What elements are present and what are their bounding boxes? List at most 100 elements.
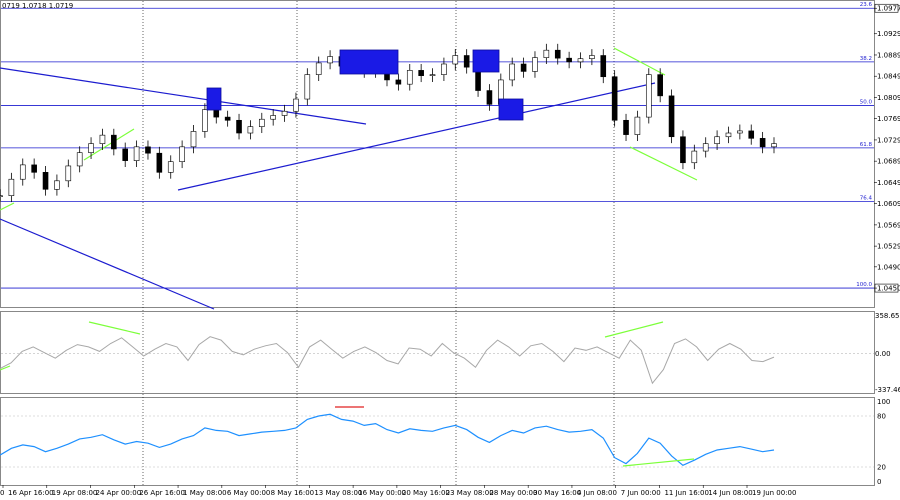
- divergence-line-2: [629, 146, 698, 181]
- candle-body-8: [88, 143, 94, 153]
- candle-body-35: [395, 79, 402, 85]
- candle-body-9: [99, 134, 106, 144]
- x-tick-6: 8 May 16:00: [271, 489, 315, 497]
- x-tick-11: 28 May 00:00: [489, 489, 537, 497]
- candle-body-26: [293, 98, 299, 112]
- fib-label-5: 100.0: [856, 282, 872, 288]
- candle-body-23: [258, 118, 265, 127]
- candle-body-13: [145, 146, 151, 154]
- candle-body-29: [327, 56, 333, 64]
- candle-body-25: [281, 110, 288, 116]
- candle-body-17: [190, 131, 197, 148]
- candle-body-40: [452, 55, 459, 65]
- candle-body-54: [611, 76, 618, 121]
- price-tick-6: 1.0729: [877, 136, 900, 144]
- fib-label-0: 23.6: [860, 2, 873, 8]
- ohlc-header: 0719 1.0718 1.0719: [2, 2, 73, 10]
- candle-body-1: [8, 178, 15, 196]
- candle-body-7: [76, 152, 83, 167]
- y-axes: 1.0977 1.0929 1.0889 1.0849 1.0809 1.0769 1.07…: [874, 3, 900, 486]
- candle-body-66: [748, 130, 755, 139]
- rsi-tick-2: 20: [877, 464, 886, 472]
- trendlines: [0, 47, 698, 310]
- fib-label-2: 50.0: [860, 99, 873, 105]
- candle-body-46: [520, 63, 527, 72]
- rsi-tick-1: 80: [877, 413, 886, 421]
- price-tick-1: 1.0929: [877, 30, 900, 38]
- candle-body-28: [315, 62, 322, 75]
- candle-body-12: [133, 146, 140, 161]
- divergence-line-3: [0, 202, 15, 211]
- x-tick-10: 23 May 08:00: [446, 489, 494, 497]
- candle-body-67: [759, 138, 766, 148]
- x-axis: 16 Apr 16:0019 Apr 08:0024 Apr 00:0026 A…: [0, 485, 796, 497]
- price-tick-3: 1.0849: [877, 73, 900, 81]
- candle-body-18: [202, 109, 208, 132]
- x-tick-15: 11 Jun 16:00: [664, 489, 708, 497]
- fib-label-4: 76.4: [860, 196, 873, 202]
- fib-label-1: 38.2: [860, 56, 872, 62]
- cci-divergence-2: [604, 321, 664, 338]
- candle-body-19: [213, 109, 220, 118]
- pattern-box-1: [339, 49, 399, 75]
- price-panel-frame: [0, 0, 875, 308]
- price-tick-0: 1.0977: [877, 5, 900, 13]
- price-tick-8: 1.0649: [877, 179, 900, 187]
- price-tick-7: 1.0689: [877, 158, 900, 166]
- x-tick-3: 26 Apr 16:00: [139, 489, 185, 497]
- candle-body-55: [623, 119, 629, 135]
- candle-body-57: [645, 74, 652, 118]
- price-tick-5: 1.0769: [877, 115, 900, 123]
- fib-label-3: 61.8: [860, 142, 873, 148]
- candle-body-16: [179, 146, 185, 162]
- x-tick-16: 14 Jun 08:00: [708, 489, 752, 497]
- candle-body-43: [486, 90, 493, 105]
- cci-series-line: [0, 336, 775, 385]
- price-tick-4: 1.0809: [877, 94, 900, 102]
- candle-body-20: [224, 116, 231, 121]
- candle-body-65: [737, 130, 743, 134]
- candle-body-2: [19, 164, 26, 180]
- candle-body-0: [0, 195, 3, 197]
- candle-body-48: [543, 49, 550, 58]
- candle-body-39: [441, 63, 447, 75]
- price-tick-13: 1.0450: [877, 285, 900, 293]
- cci-indicator: [0, 321, 874, 385]
- candle-body-62: [702, 143, 709, 152]
- candle-body-3: [31, 164, 37, 173]
- candle-body-52: [589, 55, 595, 59]
- candle-body-24: [270, 115, 276, 120]
- x-tick-4: 1 May 08:00: [183, 489, 227, 497]
- candle-body-63: [714, 136, 720, 144]
- x-tick-1: 19 Apr 08:00: [52, 489, 98, 497]
- candle-body-47: [532, 57, 538, 72]
- candle-body-53: [600, 55, 607, 78]
- rsi-panel-frame: [0, 397, 875, 486]
- price-tick-12: 1.0490: [877, 263, 900, 271]
- fibonacci-levels: 23.6 38.2 50.0 61.8 76.4 100.0: [1, 2, 874, 289]
- pattern-box-3: [498, 98, 524, 121]
- candle-body-56: [634, 116, 641, 135]
- candle-body-41: [463, 55, 470, 68]
- x-tick-7: 13 May 08:00: [314, 489, 362, 497]
- rsi-tick-3: 0: [877, 478, 881, 486]
- candle-body-5: [54, 180, 60, 190]
- candle-body-6: [65, 165, 72, 182]
- x-tick-14: 7 Jun 00:00: [621, 489, 661, 497]
- price-tick-11: 1.0529: [877, 243, 900, 251]
- rsi-indicator: [0, 406, 874, 468]
- candle-body-59: [668, 95, 675, 138]
- candle-body-36: [406, 70, 413, 85]
- candle-body-58: [657, 74, 663, 97]
- candle-body-10: [111, 134, 117, 150]
- x-tick-17: 19 Jun 00:00: [752, 489, 796, 497]
- candle-body-27: [304, 74, 311, 100]
- price-tick-10: 1.0569: [877, 221, 900, 229]
- candle-body-60: [680, 136, 686, 164]
- candle-body-21: [236, 119, 242, 134]
- chart-canvas: 23.6 38.2 50.0 61.8 76.4 100.0 1.0977 1.0929 1.…: [0, 0, 900, 497]
- x-tick-12: 30 May 16:00: [533, 489, 581, 497]
- candle-body-15: [167, 161, 174, 173]
- trendline-0: [0, 67, 367, 125]
- candle-body-50: [566, 57, 572, 63]
